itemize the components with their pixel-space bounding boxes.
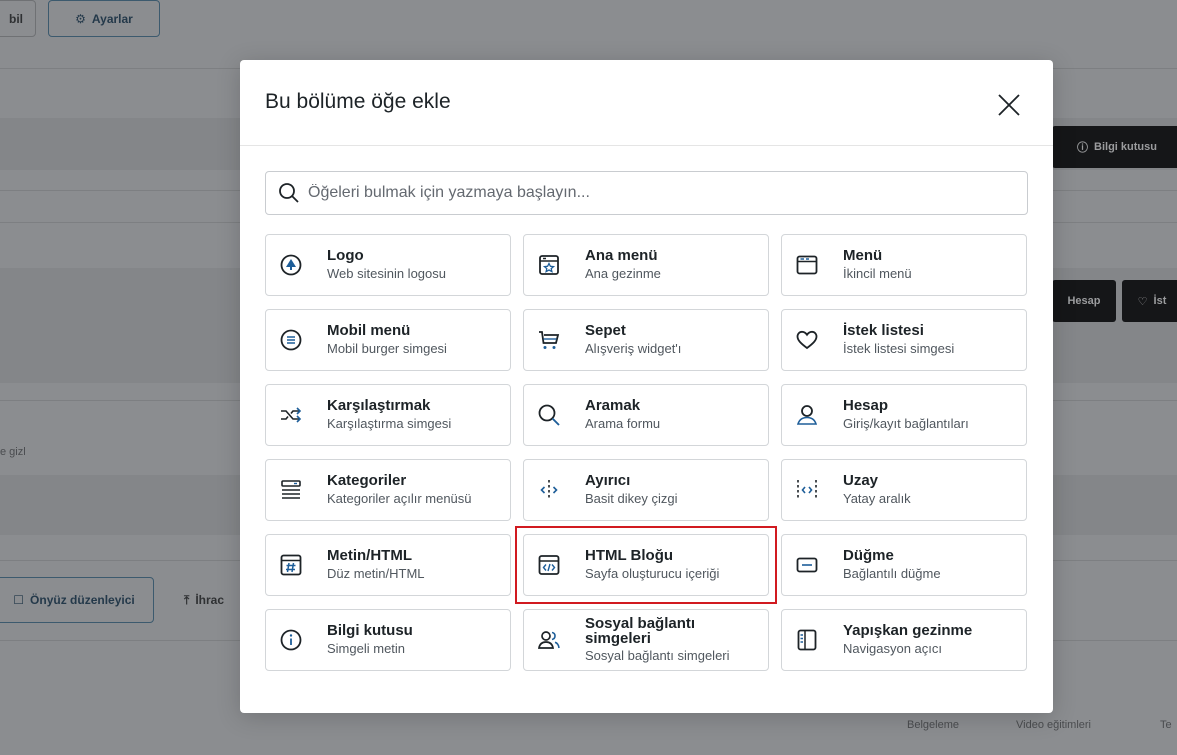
card-desc: İstek listesi simgesi bbox=[843, 341, 955, 356]
card-desc: Düz metin/HTML bbox=[327, 566, 425, 581]
gear-icon: ⚙ bbox=[75, 11, 86, 26]
heart-icon: ♡ bbox=[1137, 295, 1148, 308]
element-card-divider[interactable]: Ayırıcı Basit dikey çizgi bbox=[523, 459, 769, 521]
element-card-social[interactable]: Sosyal bağlantı simgeleri Sosyal bağlant… bbox=[523, 609, 769, 671]
main-menu-icon bbox=[537, 253, 561, 277]
logo-icon bbox=[279, 253, 303, 277]
search-input[interactable] bbox=[308, 184, 1008, 202]
card-title: İstek listesi bbox=[843, 322, 924, 339]
card-desc: Giriş/kayıt bağlantıları bbox=[843, 416, 969, 431]
card-desc: Alışveriş widget'ı bbox=[585, 341, 682, 356]
heart-icon bbox=[795, 328, 819, 352]
element-card-infobox[interactable]: Bilgi kutusu Simgeli metin bbox=[265, 609, 511, 671]
card-title: Hesap bbox=[843, 397, 889, 414]
card-desc: Web sitesinin logosu bbox=[327, 266, 446, 281]
card-title: Düğme bbox=[843, 547, 894, 564]
card-title: Mobil menü bbox=[327, 322, 411, 339]
bg-mobile-tab[interactable]: bil bbox=[0, 0, 36, 37]
element-card-categories[interactable]: Kategoriler Kategoriler açılır menüsü bbox=[265, 459, 511, 521]
bg-frontend-editor-button[interactable]: ☐ Önyüz düzenleyici bbox=[0, 577, 154, 623]
close-icon bbox=[998, 94, 1020, 116]
categories-icon bbox=[279, 478, 303, 502]
card-title: Uzay bbox=[843, 472, 879, 489]
card-title: Ana menü bbox=[585, 247, 658, 264]
bg-side-text: e gizl bbox=[0, 446, 26, 458]
card-desc: Karşılaştırma simgesi bbox=[327, 416, 452, 431]
element-card-account[interactable]: Hesap Giriş/kayıt bağlantıları bbox=[781, 384, 1027, 446]
text-html-icon bbox=[279, 553, 303, 577]
element-search[interactable] bbox=[265, 171, 1028, 215]
element-card-button[interactable]: Düğme Bağlantılı düğme bbox=[781, 534, 1027, 596]
card-title: Menü bbox=[843, 247, 883, 264]
close-button[interactable] bbox=[992, 88, 1026, 122]
card-desc: Sayfa oluşturucu içeriği bbox=[585, 566, 720, 581]
space-icon bbox=[795, 478, 819, 502]
element-card-wishlist[interactable]: İstek listesi İstek listesi simgesi bbox=[781, 309, 1027, 371]
card-desc: Simgeli metin bbox=[327, 641, 406, 656]
divider-icon bbox=[537, 478, 561, 502]
element-card-main-menu[interactable]: Ana menü Ana gezinme bbox=[523, 234, 769, 296]
upload-icon: ⤒ bbox=[184, 592, 190, 607]
card-desc: Mobil burger simgesi bbox=[327, 341, 447, 356]
button-icon bbox=[795, 553, 819, 577]
info-icon bbox=[279, 628, 303, 652]
element-card-text-html[interactable]: Metin/HTML Düz metin/HTML bbox=[265, 534, 511, 596]
sticky-nav-icon bbox=[795, 628, 819, 652]
menu-icon bbox=[795, 253, 819, 277]
bg-account-button[interactable]: Hesap bbox=[1052, 280, 1116, 322]
card-desc: Arama formu bbox=[585, 416, 661, 431]
card-title: Sepet bbox=[585, 322, 626, 339]
modal-header: Bu bölüme öğe ekle bbox=[240, 60, 1053, 146]
bg-wishlist-button[interactable]: ♡ İst bbox=[1122, 280, 1177, 322]
compare-icon bbox=[279, 403, 303, 427]
bg-settings-button[interactable]: ⚙ Ayarlar bbox=[48, 0, 160, 37]
card-title: Bilgi kutusu bbox=[327, 622, 413, 639]
bg-footer-link[interactable]: Video eğitimleri bbox=[1016, 719, 1091, 731]
element-card-cart[interactable]: Sepet Alışveriş widget'ı bbox=[523, 309, 769, 371]
bg-footer-link[interactable]: Te bbox=[1160, 719, 1172, 731]
card-title: Karşılaştırmak bbox=[327, 397, 431, 414]
element-card-logo[interactable]: Logo Web sitesinin logosu bbox=[265, 234, 511, 296]
card-title: HTML Bloğu bbox=[585, 547, 674, 564]
element-card-compare[interactable]: Karşılaştırmak Karşılaştırma simgesi bbox=[265, 384, 511, 446]
bg-export-button[interactable]: ⤒ İhrac bbox=[170, 577, 250, 623]
bg-footer-link[interactable]: Belgeleme bbox=[907, 719, 959, 731]
card-title: Metin/HTML bbox=[327, 547, 412, 564]
element-card-space[interactable]: Uzay Yatay aralık bbox=[781, 459, 1027, 521]
card-title: Ayırıcı bbox=[585, 472, 631, 489]
element-card-mobile-menu[interactable]: Mobil menü Mobil burger simgesi bbox=[265, 309, 511, 371]
card-desc: İkincil menü bbox=[843, 266, 912, 281]
card-desc: Ana gezinme bbox=[585, 266, 661, 281]
modal-title: Bu bölüme öğe ekle bbox=[265, 90, 451, 113]
mobile-menu-icon bbox=[279, 328, 303, 352]
card-title: Logo bbox=[327, 247, 364, 264]
social-icon bbox=[537, 628, 561, 652]
element-card-sticky-nav[interactable]: Yapışkan gezinme Navigasyon açıcı bbox=[781, 609, 1027, 671]
element-card-search[interactable]: Aramak Arama formu bbox=[523, 384, 769, 446]
card-title: Kategoriler bbox=[327, 472, 407, 489]
search-icon bbox=[537, 403, 561, 427]
card-desc: Basit dikey çizgi bbox=[585, 491, 678, 506]
card-desc: Navigasyon açıcı bbox=[843, 641, 942, 656]
html-block-icon bbox=[537, 553, 561, 577]
card-title: Aramak bbox=[585, 397, 641, 414]
edit-icon: ☐ bbox=[13, 593, 25, 607]
element-card-html-block[interactable]: HTML Bloğu Sayfa oluşturucu içeriği bbox=[515, 526, 777, 604]
element-grid: Logo Web sitesinin logosu Ana menü Ana g… bbox=[265, 234, 1028, 671]
element-card-menu[interactable]: Menü İkincil menü bbox=[781, 234, 1027, 296]
card-desc: Bağlantılı düğme bbox=[843, 566, 941, 581]
account-icon bbox=[795, 403, 819, 427]
bg-infobox-button[interactable]: ⓘ Bilgi kutusu bbox=[1052, 126, 1177, 168]
card-title: Yapışkan gezinme bbox=[843, 622, 973, 639]
info-icon: ⓘ bbox=[1077, 142, 1089, 154]
search-icon bbox=[278, 182, 300, 204]
add-element-modal: Bu bölüme öğe ekle Logo Web sitesinin lo… bbox=[240, 60, 1053, 713]
cart-icon bbox=[537, 328, 561, 352]
card-desc: Sosyal bağlantı simgeleri bbox=[585, 648, 730, 663]
card-desc: Kategoriler açılır menüsü bbox=[327, 491, 472, 506]
card-desc: Yatay aralık bbox=[843, 491, 911, 506]
card-title: Sosyal bağlantı simgeleri bbox=[585, 615, 696, 647]
